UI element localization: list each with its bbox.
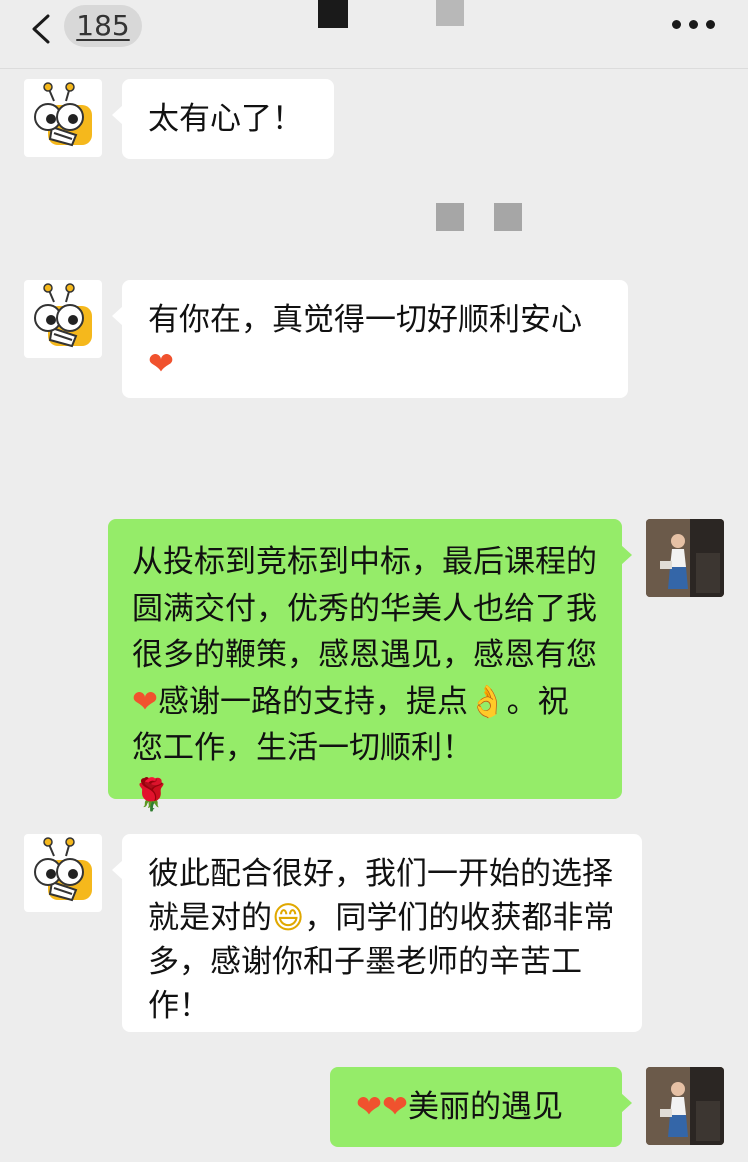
rose-emoji-icon: 🌹 — [132, 776, 171, 813]
redacted-block — [436, 203, 464, 231]
contact-avatar[interactable] — [24, 79, 102, 157]
heart-emoji-icon: ❤❤ — [356, 1089, 408, 1125]
message-bubble-incoming[interactable]: 有你在，真觉得一切好顺利安心 ❤ — [112, 280, 628, 398]
heart-emoji-icon: ❤ — [132, 683, 158, 720]
heart-emoji-icon: ❤ — [148, 346, 174, 382]
redacted-block — [494, 203, 522, 231]
message-text: 有你在，真觉得一切好顺利安心 — [148, 302, 582, 338]
grinning-face-emoji-icon: 😄 — [272, 900, 305, 936]
bee-mascot-icon — [34, 837, 92, 902]
user-photo-icon — [646, 1067, 724, 1145]
message-text: 从投标到竞标到中标，最后课程的圆满交付，优秀的华美人也给了我很多的鞭策，感恩遇见… — [132, 544, 597, 673]
bee-mascot-icon — [34, 82, 92, 147]
bee-mascot-icon — [34, 283, 92, 348]
redacted-title-block — [318, 0, 348, 28]
message-bubble-incoming[interactable]: 彼此配合很好，我们一开始的选择就是对的😄，同学们的收获都非常多，感谢你和子墨老师… — [112, 834, 642, 1032]
user-photo-icon — [646, 519, 724, 597]
unread-count-badge[interactable]: 185 — [64, 5, 142, 47]
self-avatar[interactable] — [646, 1067, 724, 1145]
self-avatar[interactable] — [646, 519, 724, 597]
message-text: 美丽的遇见 — [407, 1089, 563, 1125]
chevron-left-icon[interactable] — [28, 14, 54, 44]
redacted-title-block — [436, 0, 464, 26]
top-nav-bar: 185 — [0, 0, 748, 69]
more-dots-icon[interactable] — [672, 20, 718, 32]
contact-avatar[interactable] — [24, 280, 102, 358]
message-bubble-outgoing[interactable]: ❤❤美丽的遇见 — [330, 1067, 632, 1147]
message-bubble-incoming[interactable]: 太有心了！ — [112, 79, 334, 159]
message-text: 太有心了！ — [148, 101, 303, 137]
contact-avatar[interactable] — [24, 834, 102, 912]
message-text: 感谢一路的支持，提点 — [157, 683, 468, 720]
message-bubble-outgoing[interactable]: 从投标到竞标到中标，最后课程的圆满交付，优秀的华美人也给了我很多的鞭策，感恩遇见… — [108, 519, 632, 813]
ok-hand-emoji-icon: 👌 — [467, 683, 507, 720]
